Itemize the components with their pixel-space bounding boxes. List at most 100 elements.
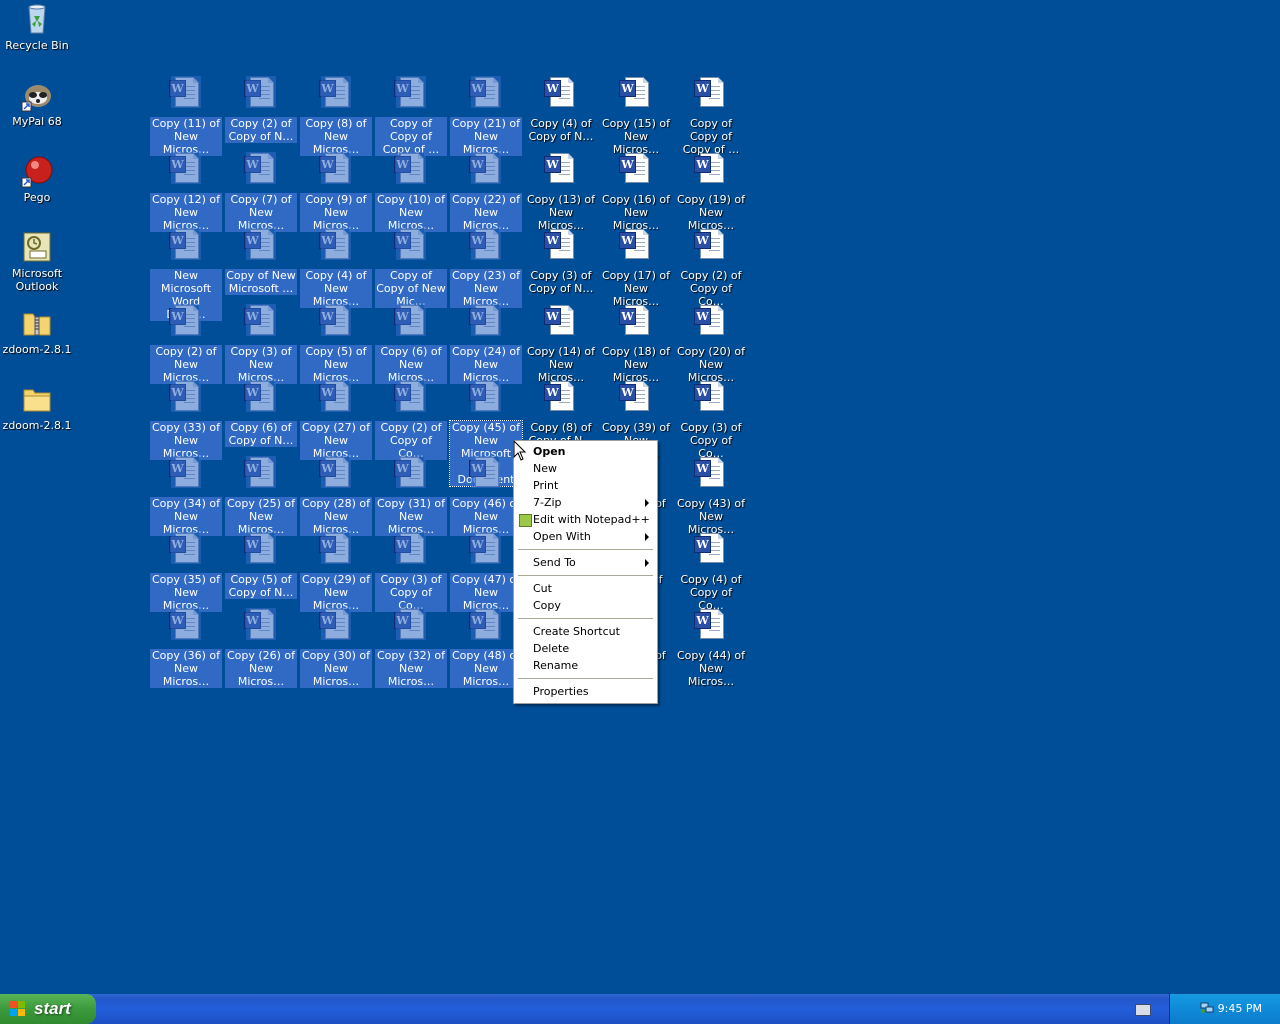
word-document-icon-item[interactable]: W Copy (22) of New Micros… xyxy=(450,152,522,232)
word-document-icon-item[interactable]: W Copy (33) of New Micros… xyxy=(150,380,222,460)
menu-separator xyxy=(518,549,653,550)
word-document-icon-item[interactable]: W Copy (2) of New Micros… xyxy=(150,304,222,384)
word-document-icon-item[interactable]: W Copy of New Microsoft … xyxy=(225,228,297,298)
document-label: Copy (20) of New Micros… xyxy=(676,345,746,384)
document-label: Copy (21) of New Micros… xyxy=(450,117,522,156)
word-document-icon-item[interactable]: W Copy (7) of New Micros… xyxy=(225,152,297,232)
menu-item-create-shortcut[interactable]: Create Shortcut xyxy=(515,623,656,640)
word-document-icon-item[interactable]: W Copy (43) of New Micros… xyxy=(675,456,747,536)
word-document-icon: W xyxy=(319,152,353,184)
word-document-icon-item[interactable]: WNew Microsoft Word Docu… xyxy=(150,228,222,321)
icon-label: Microsoft Outlook xyxy=(11,267,63,293)
word-document-icon-item[interactable]: W Copy (24) of New Micros… xyxy=(450,304,522,384)
menu-item-7-zip[interactable]: 7-Zip xyxy=(515,494,656,511)
pego-shortcut[interactable]: Pego xyxy=(0,154,74,204)
menu-item-print[interactable]: Print xyxy=(515,477,656,494)
clock[interactable]: 9:45 PM xyxy=(1218,994,1262,1024)
word-document-icon-item[interactable]: W Copy (28) of New Micros… xyxy=(300,456,372,536)
document-label: Copy (2) of Copy of Co… xyxy=(680,269,742,308)
word-document-icon-item[interactable]: W Copy (46) of New Micros… xyxy=(450,456,522,536)
word-document-icon: W xyxy=(244,456,278,488)
outlook-shortcut[interactable]: Microsoft Outlook xyxy=(0,230,74,293)
word-document-icon-item[interactable]: W Copy (16) of New Micros… xyxy=(600,152,672,232)
word-document-icon-item[interactable]: W Copy (2) of Copy of N… xyxy=(225,76,297,146)
start-label: start xyxy=(34,999,71,1018)
word-document-icon: W xyxy=(544,152,578,184)
word-document-icon-item[interactable]: W Copy (13) of New Micros… xyxy=(525,152,597,232)
network-icon[interactable] xyxy=(1200,1002,1214,1014)
word-document-icon-item[interactable]: W Copy (44) of New Micros… xyxy=(675,608,747,688)
word-document-icon-item[interactable]: W Copy (9) of New Micros… xyxy=(300,152,372,232)
word-document-icon-item[interactable]: W Copy of Copy of Copy of … xyxy=(375,76,447,156)
menu-item-copy[interactable]: Copy xyxy=(515,597,656,614)
menu-item-label: Rename xyxy=(533,659,579,672)
menu-item-rename[interactable]: Rename xyxy=(515,657,656,674)
word-document-icon-item[interactable]: W Copy (19) of New Micros… xyxy=(675,152,747,232)
menu-item-delete[interactable]: Delete xyxy=(515,640,656,657)
word-document-icon-item[interactable]: W Copy (4) of Copy of Co… xyxy=(675,532,747,612)
word-document-icon-item[interactable]: W Copy (31) of New Micros… xyxy=(375,456,447,536)
folder-icon xyxy=(20,382,54,416)
word-document-icon-item[interactable]: W Copy (2) of Copy of Co… xyxy=(375,380,447,460)
word-document-icon: W xyxy=(244,608,278,640)
word-document-icon-item[interactable]: W Copy (10) of New Micros… xyxy=(375,152,447,232)
word-document-icon-item[interactable]: W Copy (27) of New Micros… xyxy=(300,380,372,460)
mypal-shortcut[interactable]: MyPal 68 xyxy=(0,78,74,128)
word-document-icon-item[interactable]: W Copy (30) of New Micros… xyxy=(300,608,372,688)
word-document-icon-item[interactable]: W Copy (3) of New Micros… xyxy=(225,304,297,384)
word-document-icon-item[interactable]: W Copy (23) of New Micros… xyxy=(450,228,522,308)
word-document-icon-item[interactable]: W Copy (5) of New Micros… xyxy=(300,304,372,384)
zdoom-zip-shortcut[interactable]: zdoom-2.8.1 xyxy=(0,306,74,356)
word-document-icon-item[interactable]: W Copy (14) of New Micros… xyxy=(525,304,597,384)
word-document-icon-item[interactable]: W Copy (4) of New Micros… xyxy=(300,228,372,308)
word-document-icon-item[interactable]: W Copy (6) of New Micros… xyxy=(375,304,447,384)
word-document-icon-item[interactable]: W Copy (32) of New Micros… xyxy=(375,608,447,688)
word-document-icon-item[interactable]: W Copy (17) of New Micros… xyxy=(600,228,672,308)
word-document-icon-item[interactable]: W Copy (26) of New Micros… xyxy=(225,608,297,688)
menu-item-open-with[interactable]: Open With xyxy=(515,528,656,545)
word-document-icon-item[interactable]: WCopy (45) of New Microsoft Word Documen… xyxy=(449,380,523,487)
document-label: Copy (29) of New Micros… xyxy=(300,573,372,612)
menu-item-edit-with-notepad[interactable]: Edit with Notepad++ xyxy=(515,511,656,528)
menu-separator xyxy=(518,575,653,576)
word-document-icon: W xyxy=(694,456,728,488)
word-document-icon-item[interactable]: W Copy (29) of New Micros… xyxy=(300,532,372,612)
menu-item-send-to[interactable]: Send To xyxy=(515,554,656,571)
zdoom-folder-shortcut[interactable]: zdoom-2.8.1 xyxy=(0,382,74,432)
word-document-icon-item[interactable]: W Copy (18) of New Micros… xyxy=(600,304,672,384)
start-button[interactable]: start xyxy=(0,994,96,1024)
word-document-icon-item[interactable]: W Copy (20) of New Micros… xyxy=(675,304,747,384)
desktop[interactable]: Recycle Bin MyPal 68 Pego Microsoft Outl… xyxy=(0,0,1280,994)
word-document-icon-item[interactable]: W Copy (5) of Copy of N… xyxy=(225,532,297,602)
recycle-bin-shortcut[interactable]: Recycle Bin xyxy=(0,2,74,52)
word-document-icon-item[interactable]: W Copy of Copy of Copy of … xyxy=(675,76,747,156)
word-document-icon-item[interactable]: W Copy (47) of New Micros… xyxy=(450,532,522,612)
word-document-icon: W xyxy=(169,152,203,184)
word-document-icon-item[interactable]: W Copy (48) of New Micros… xyxy=(450,608,522,688)
word-document-icon-item[interactable]: W Copy (25) of New Micros… xyxy=(225,456,297,536)
word-document-icon-item[interactable]: W Copy (35) of New Micros… xyxy=(150,532,222,612)
word-document-icon-item[interactable]: W Copy (34) of New Micros… xyxy=(150,456,222,536)
menu-item-cut[interactable]: Cut xyxy=(515,580,656,597)
menu-item-properties[interactable]: Properties xyxy=(515,683,656,700)
word-document-icon-item[interactable]: W Copy (8) of New Micros… xyxy=(300,76,372,156)
word-document-icon-item[interactable]: W Copy (3) of Copy of Co… xyxy=(375,532,447,612)
keyboard-language-icon[interactable] xyxy=(1135,1004,1151,1016)
word-document-icon-item[interactable]: W Copy (15) of New Micros… xyxy=(600,76,672,156)
word-document-icon-item[interactable]: W Copy (3) of Copy of N… xyxy=(525,228,597,298)
icon-label: Pego xyxy=(23,191,51,204)
document-label: Copy (36) of New Micros… xyxy=(150,649,222,688)
word-document-icon-item[interactable]: W Copy (2) of Copy of Co… xyxy=(675,228,747,308)
icon-label: Recycle Bin xyxy=(5,39,69,52)
word-document-icon: W xyxy=(394,380,428,412)
menu-item-new[interactable]: New xyxy=(515,460,656,477)
word-document-icon-item[interactable]: W Copy (3) of Copy of Co… xyxy=(675,380,747,460)
menu-item-open[interactable]: Open xyxy=(515,443,656,460)
word-document-icon-item[interactable]: W Copy (11) of New Micros… xyxy=(150,76,222,156)
word-document-icon-item[interactable]: W Copy (4) of Copy of N… xyxy=(525,76,597,146)
word-document-icon-item[interactable]: W Copy of Copy of New Mic… xyxy=(375,228,447,308)
word-document-icon-item[interactable]: W Copy (21) of New Micros… xyxy=(450,76,522,156)
word-document-icon-item[interactable]: W Copy (6) of Copy of N… xyxy=(225,380,297,450)
word-document-icon-item[interactable]: W Copy (36) of New Micros… xyxy=(150,608,222,688)
word-document-icon-item[interactable]: W Copy (12) of New Micros… xyxy=(150,152,222,232)
